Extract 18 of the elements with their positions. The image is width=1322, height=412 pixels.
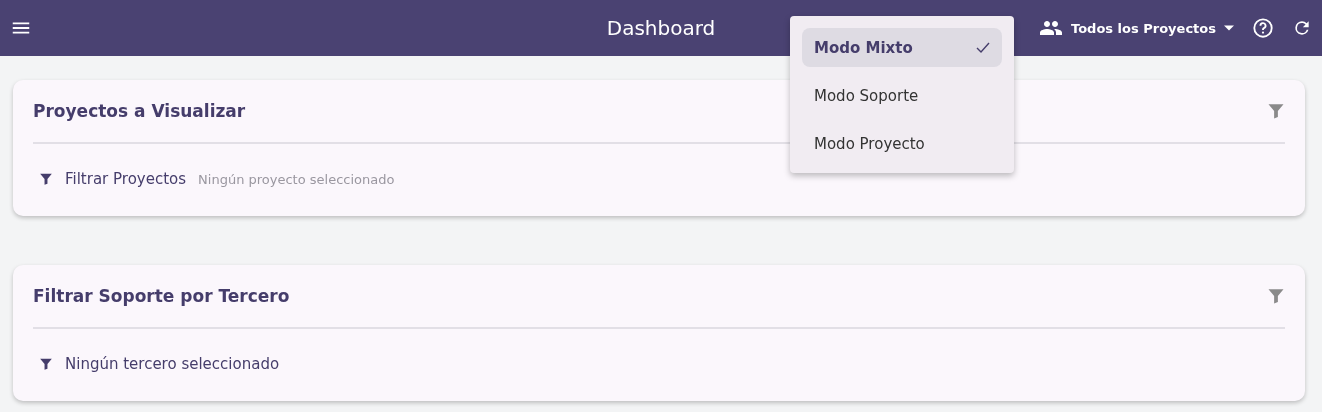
caret-icon [1224, 25, 1234, 31]
filter-button[interactable]: Filtrar Proyectos [39, 170, 187, 188]
check-icon [976, 41, 990, 54]
refresh-icon[interactable] [1292, 18, 1312, 38]
project-selector[interactable]: Todos los Proyectos [1039, 16, 1234, 40]
menu-item[interactable]: Modo Proyecto [802, 124, 1002, 163]
card-title: Filtrar Soporte por Tercero [33, 286, 290, 306]
card-title: Proyectos a Visualizar [33, 101, 246, 121]
filter-icon[interactable] [1267, 287, 1285, 305]
filter-icon [39, 357, 53, 371]
filter-icon [39, 172, 53, 186]
menu-item[interactable]: Modo Mixto [802, 28, 1002, 67]
page-title: Dashboard [605, 16, 717, 40]
menu-item[interactable]: Modo Soporte [802, 76, 1002, 115]
filter-icon[interactable] [1267, 102, 1285, 120]
selection-status: Ningún tercero seleccionado [65, 355, 280, 373]
selection-status: Ningún proyecto seleccionado [198, 171, 395, 187]
help-icon[interactable] [1252, 17, 1274, 39]
